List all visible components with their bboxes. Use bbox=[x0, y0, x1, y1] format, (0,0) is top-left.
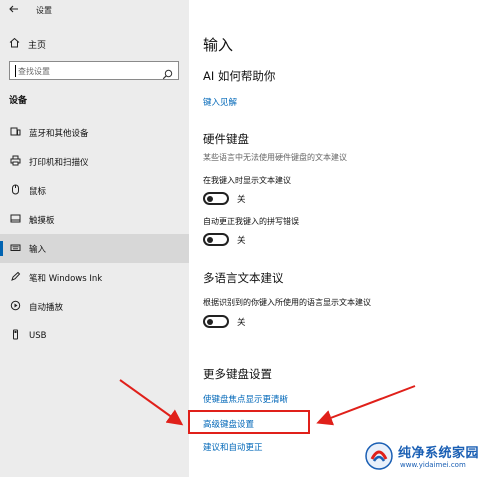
sidebar-item-usb[interactable]: USB bbox=[0, 321, 189, 350]
sidebar-item-label: 打印机和扫描仪 bbox=[29, 157, 89, 168]
text-cursor bbox=[15, 65, 16, 77]
text-suggestions-toggle-row: 关 bbox=[203, 192, 246, 205]
sidebar-item-pen[interactable]: 笔和 Windows Ink bbox=[0, 263, 189, 292]
usb-icon bbox=[9, 329, 21, 343]
back-arrow-icon[interactable] bbox=[8, 3, 22, 17]
sidebar-item-label: USB bbox=[29, 330, 47, 341]
toggle-knob bbox=[207, 236, 213, 243]
keyboard-icon bbox=[9, 242, 21, 256]
suggestions-autocorrect-link[interactable]: 建议和自动更正 bbox=[203, 441, 263, 453]
sidebar-item-label: 触摸板 bbox=[29, 215, 55, 226]
sidebar-item-label: 蓝牙和其他设备 bbox=[29, 128, 89, 139]
typing-insights-link[interactable]: 键入见解 bbox=[203, 96, 237, 108]
sidebar-item-bluetooth[interactable]: 蓝牙和其他设备 bbox=[0, 118, 189, 147]
hardware-keyboard-description: 某些语言中无法使用硬件键盘的文本建议 bbox=[203, 153, 347, 162]
hardware-keyboard-heading: 硬件键盘 bbox=[203, 132, 249, 146]
ai-help-heading: AI 如何帮助你 bbox=[203, 69, 276, 83]
sidebar-nav: 蓝牙和其他设备 打印机和扫描仪 鼠标 触摸板 输入 笔和 Windows Ink… bbox=[0, 118, 189, 350]
toggle-state-label: 关 bbox=[237, 317, 246, 328]
autoplay-icon bbox=[9, 300, 21, 314]
text-suggestions-label: 在我键入时显示文本建议 bbox=[203, 176, 291, 185]
toggle-knob bbox=[207, 195, 213, 202]
section-label-devices: 设备 bbox=[9, 96, 28, 106]
sidebar-item-mouse[interactable]: 鼠标 bbox=[0, 176, 189, 205]
sidebar-item-label: 笔和 Windows Ink bbox=[29, 273, 103, 284]
multilingual-suggestions-toggle[interactable] bbox=[203, 315, 229, 328]
autocorrect-toggle-row: 关 bbox=[203, 233, 246, 246]
sidebar-item-typing[interactable]: 输入 bbox=[0, 234, 189, 263]
home-nav-item[interactable]: 主页 bbox=[8, 36, 46, 52]
search-input[interactable] bbox=[18, 64, 168, 78]
sidebar-item-label: 鼠标 bbox=[29, 186, 47, 197]
bluetooth-devices-icon bbox=[9, 126, 21, 140]
printer-icon bbox=[9, 155, 21, 169]
watermark-logo-icon bbox=[365, 442, 393, 470]
watermark-url: www.yidaimei.com bbox=[400, 461, 466, 469]
title-bar: 设置 bbox=[0, 0, 189, 22]
home-icon bbox=[8, 37, 20, 51]
touchpad-icon bbox=[9, 213, 21, 227]
watermark: 纯净系统家园 www.yidaimei.com bbox=[364, 439, 498, 475]
toggle-state-label: 关 bbox=[237, 235, 246, 246]
autocorrect-label: 自动更正我键入的拼写错误 bbox=[203, 217, 299, 226]
sidebar-item-label: 输入 bbox=[29, 244, 47, 255]
keyboard-focus-link[interactable]: 使键盘焦点显示更清晰 bbox=[203, 393, 288, 405]
toggle-state-label: 关 bbox=[237, 194, 246, 205]
toggle-knob bbox=[207, 318, 213, 325]
multilingual-suggestions-label: 根据识别到的你键入所使用的语言显示文本建议 bbox=[203, 298, 371, 307]
more-keyboard-settings-heading: 更多键盘设置 bbox=[203, 367, 272, 381]
mouse-icon bbox=[9, 184, 21, 198]
text-suggestions-toggle[interactable] bbox=[203, 192, 229, 205]
sidebar-item-printers[interactable]: 打印机和扫描仪 bbox=[0, 147, 189, 176]
main-content: 输入 AI 如何帮助你 键入见解 硬件键盘 某些语言中无法使用硬件键盘的文本建议… bbox=[189, 0, 500, 477]
pen-icon bbox=[9, 271, 21, 285]
sidebar: 设置 主页 设备 蓝牙和其他设备 打印机和扫描仪 bbox=[0, 0, 189, 477]
window-title: 设置 bbox=[36, 6, 52, 15]
sidebar-item-label: 自动播放 bbox=[29, 302, 64, 313]
autocorrect-toggle[interactable] bbox=[203, 233, 229, 246]
home-label: 主页 bbox=[28, 40, 47, 51]
search-icon[interactable] bbox=[162, 65, 173, 80]
multilingual-heading: 多语言文本建议 bbox=[203, 271, 284, 285]
annotation-highlight-box bbox=[188, 410, 310, 434]
sidebar-item-autoplay[interactable]: 自动播放 bbox=[0, 292, 189, 321]
multilingual-toggle-row: 关 bbox=[203, 315, 246, 328]
search-box[interactable] bbox=[9, 61, 179, 80]
page-title: 输入 bbox=[203, 36, 234, 54]
watermark-text: 纯净系统家园 bbox=[398, 446, 480, 461]
sidebar-item-touchpad[interactable]: 触摸板 bbox=[0, 205, 189, 234]
